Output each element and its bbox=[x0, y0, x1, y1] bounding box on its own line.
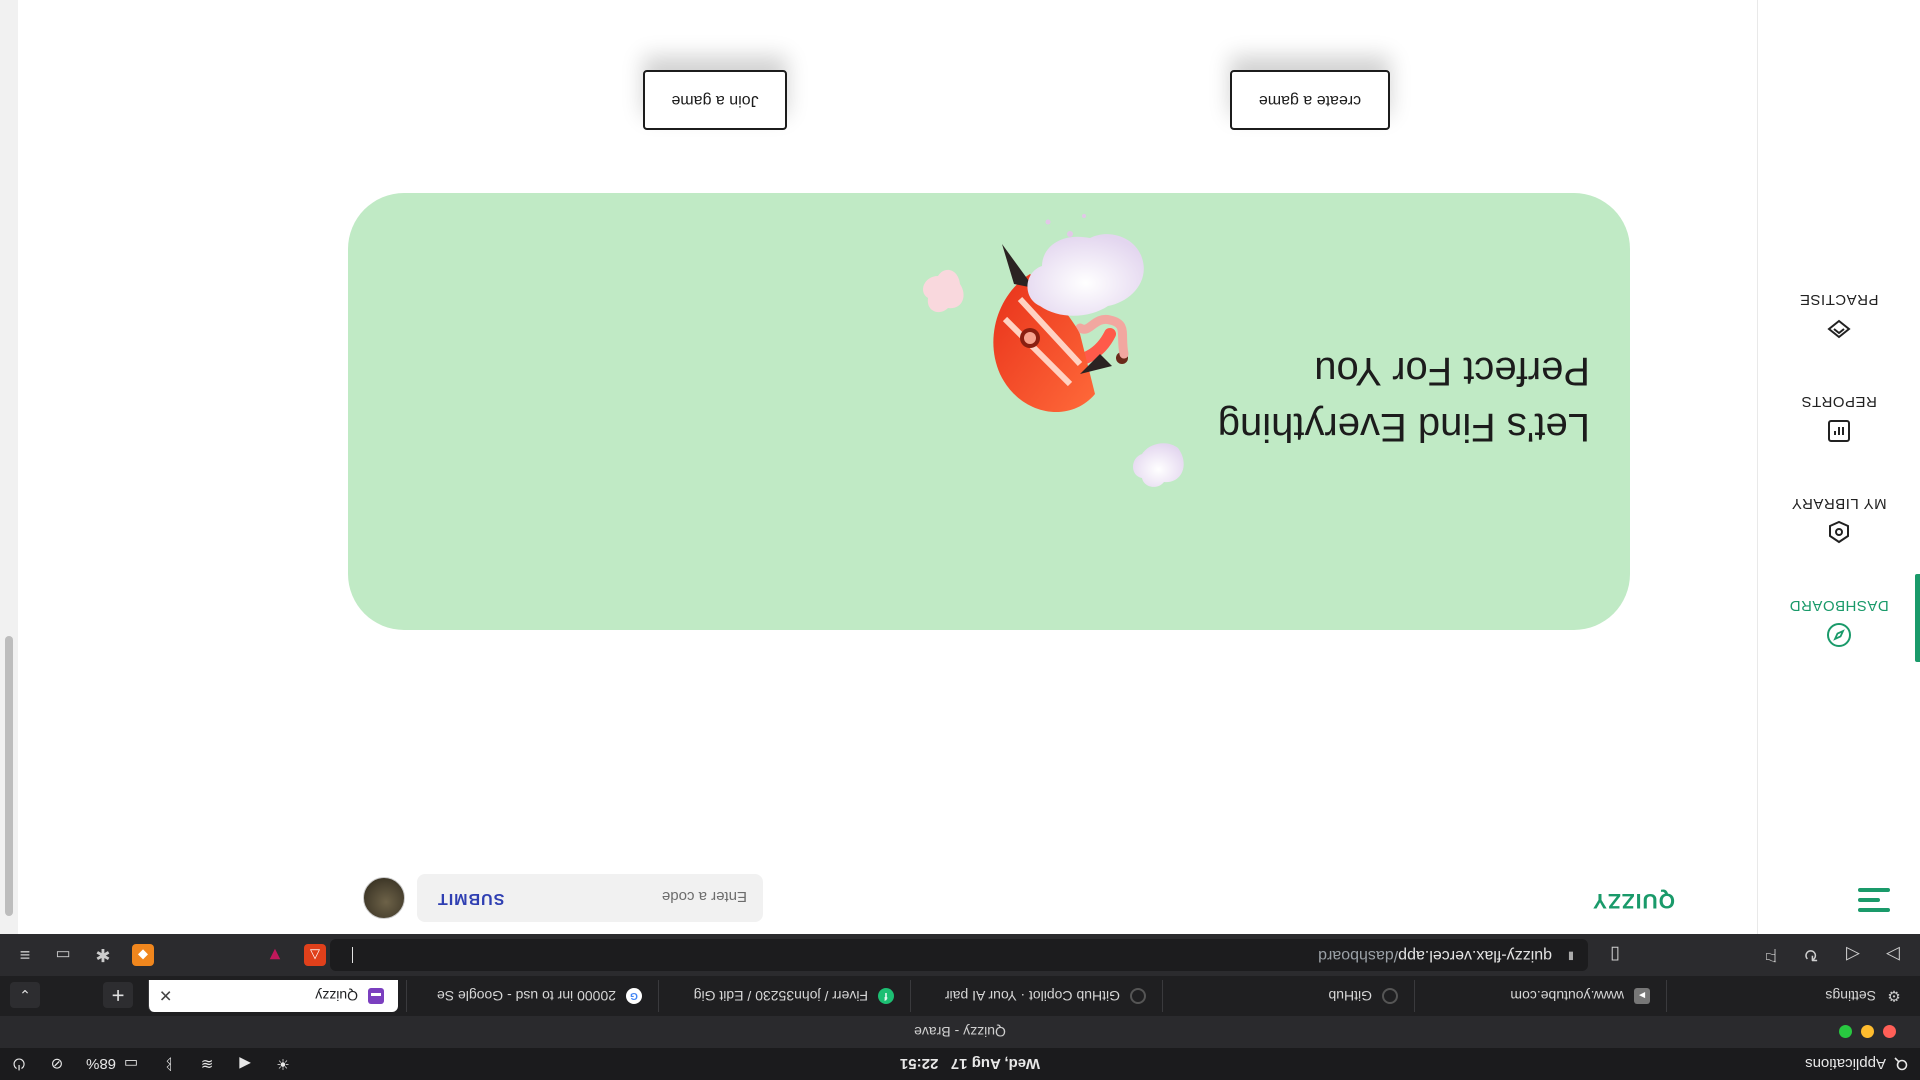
rocket-illustration bbox=[923, 214, 1184, 487]
screen: Applications Wed, Aug 17 22:51 ☀ ◀ ≋ ᛒ ▭… bbox=[0, 0, 1920, 1080]
sidebar-item-label: MY LIBRARY bbox=[1791, 495, 1887, 512]
brave-shields-icon[interactable]: △ bbox=[304, 944, 326, 966]
join-code-form: SUBMIT bbox=[417, 872, 763, 922]
wallet-icon[interactable]: ▭ bbox=[52, 944, 74, 966]
clock[interactable]: Wed, Aug 17 22:51 bbox=[900, 1048, 1040, 1080]
tab-label: GitHub bbox=[1328, 988, 1372, 1004]
youtube-icon: ▶ bbox=[1634, 988, 1650, 1004]
tab-list-button[interactable]: ⌄ bbox=[10, 982, 40, 1008]
back-icon[interactable]: ◁ bbox=[1840, 943, 1866, 967]
text-caret bbox=[352, 947, 353, 963]
wifi-icon[interactable]: ≋ bbox=[198, 1055, 216, 1073]
system-tray: ☀ ◀ ≋ ᛒ ▭ 68% ⊘ ⏻ bbox=[10, 1048, 292, 1080]
do-not-disturb-icon[interactable]: ⊘ bbox=[48, 1055, 66, 1073]
sidebar-toggle-icon[interactable]: ▷ bbox=[1880, 943, 1906, 967]
tab-label: Fiverr / john35230 / Edit Gig bbox=[693, 988, 868, 1004]
reports-icon bbox=[1828, 420, 1850, 442]
close-window-button[interactable] bbox=[1883, 1025, 1896, 1038]
tab-settings[interactable]: ⚙ Settings bbox=[1666, 980, 1916, 1012]
datetime: Wed, Aug 17 22:51 bbox=[899, 1055, 1040, 1073]
submit-button[interactable]: SUBMIT bbox=[437, 874, 504, 922]
applications-menu[interactable]: Applications bbox=[1805, 1048, 1910, 1080]
applications-label: Applications bbox=[1805, 1055, 1886, 1073]
hero-title: Let's Find Everything Perfect For You bbox=[1218, 343, 1590, 455]
sidebar-item-label: PRACTISE bbox=[1799, 291, 1879, 308]
hero-title-line-1: Let's Find Everything bbox=[1217, 405, 1590, 450]
url-host: quizzy-flax.vercel.app bbox=[1398, 947, 1552, 964]
join-game-button[interactable]: Join a game bbox=[643, 70, 787, 130]
tab-github-copilot[interactable]: GitHub Copilot · Your AI pair bbox=[910, 980, 1160, 1012]
navigation-bar: ▷ ◁ ↻ ⚐ ▯ ▮ quizzy-flax.vercel.app/dashb… bbox=[0, 934, 1920, 976]
brave-rewards-icon[interactable]: ▼ bbox=[264, 944, 286, 966]
tab-label: Settings bbox=[1825, 988, 1876, 1004]
bookmark-icon[interactable]: ⚐ bbox=[1758, 943, 1784, 967]
app-logo[interactable]: QUIZZY bbox=[1592, 888, 1675, 912]
volume-icon[interactable]: ◀ bbox=[236, 1055, 254, 1073]
tab-label: 20000 inr to usd - Google Se bbox=[436, 988, 616, 1004]
new-tab-button[interactable]: + bbox=[103, 982, 133, 1008]
tab-quizzy[interactable]: ▬ Quizzy ✕ bbox=[148, 980, 398, 1012]
tab-strip: ⚙ Settings ▶ www.youtube.com GitHub GitH… bbox=[0, 976, 1920, 1016]
create-game-button[interactable]: create a game bbox=[1230, 70, 1390, 130]
sidebar-item-label: DASHBOARD bbox=[1789, 597, 1889, 614]
google-icon: G bbox=[626, 988, 642, 1004]
loading-icon bbox=[1130, 988, 1146, 1004]
tab-label: www.youtube.com bbox=[1510, 988, 1624, 1004]
url-path: /dashboard bbox=[1318, 947, 1399, 964]
metamask-icon[interactable]: ◆ bbox=[132, 944, 154, 966]
sidebar-item-reports[interactable]: REPORTS bbox=[1758, 374, 1920, 444]
close-tab-icon[interactable]: ✕ bbox=[159, 985, 172, 1005]
compass-icon bbox=[1827, 623, 1851, 647]
bookmark-page-icon[interactable]: ▯ bbox=[1602, 943, 1628, 967]
game-code-input[interactable] bbox=[545, 872, 749, 922]
os-top-bar: Applications Wed, Aug 17 22:51 ☀ ◀ ≋ ᛒ ▭… bbox=[0, 1048, 1920, 1080]
sidebar-item-my-library[interactable]: MY LIBRARY bbox=[1758, 476, 1920, 546]
user-avatar[interactable] bbox=[363, 877, 405, 919]
lock-icon: ▮ bbox=[1567, 950, 1574, 962]
scrollbar-thumb[interactable] bbox=[5, 636, 13, 916]
battery-percent: 68% bbox=[86, 1055, 117, 1073]
tab-google-search[interactable]: G 20000 inr to usd - Google Se bbox=[406, 980, 656, 1012]
battery-indicator[interactable]: ▭ 68% bbox=[86, 1055, 140, 1073]
practise-icon bbox=[1827, 319, 1851, 339]
hero-title-line-2: Perfect For You bbox=[1314, 349, 1590, 394]
gear-icon: ⚙ bbox=[1887, 987, 1901, 1004]
sidebar-item-dashboard[interactable]: DASHBOARD bbox=[1758, 578, 1920, 648]
brightness-icon[interactable]: ☀ bbox=[274, 1055, 292, 1073]
tab-youtube[interactable]: ▶ www.youtube.com bbox=[1414, 980, 1664, 1012]
url-text: quizzy-flax.vercel.app/dashboard bbox=[1318, 939, 1552, 971]
extensions-icon[interactable]: ✱ bbox=[92, 944, 114, 966]
bluetooth-icon[interactable]: ᛒ bbox=[160, 1055, 178, 1073]
sidebar: DASHBOARD MY LIBRARY REPORTS PRACTISE bbox=[1757, 0, 1920, 934]
address-bar[interactable]: ▮ quizzy-flax.vercel.app/dashboard bbox=[330, 939, 1588, 971]
tab-label: GitHub Copilot · Your AI pair bbox=[944, 988, 1120, 1004]
minimize-window-button[interactable] bbox=[1861, 1025, 1874, 1038]
sidebar-item-practise[interactable]: PRACTISE bbox=[1758, 272, 1920, 342]
tab-github[interactable]: GitHub bbox=[1162, 980, 1412, 1012]
reload-icon[interactable]: ↻ bbox=[1798, 943, 1824, 967]
search-icon bbox=[1892, 1055, 1910, 1073]
window-title-bar: Quizzy - Brave bbox=[0, 1016, 1920, 1048]
library-icon bbox=[1829, 520, 1849, 544]
page-scrollbar[interactable] bbox=[0, 0, 18, 934]
page: QUIZZY SUBMIT DASHBOARD MY LIBRARY REPOR… bbox=[18, 0, 1920, 934]
loading-icon bbox=[1382, 988, 1398, 1004]
window-controls bbox=[1839, 1025, 1896, 1038]
tab-fiverr[interactable]: f Fiverr / john35230 / Edit Gig bbox=[658, 980, 908, 1012]
menu-icon[interactable]: ≡ bbox=[14, 944, 36, 966]
power-icon[interactable]: ⏻ bbox=[10, 1055, 28, 1073]
quizzy-icon: ▬ bbox=[368, 988, 384, 1004]
fiverr-icon: f bbox=[878, 988, 894, 1004]
sidebar-item-label: REPORTS bbox=[1801, 393, 1877, 410]
window-title: Quizzy - Brave bbox=[914, 1024, 1006, 1040]
tab-label: Quizzy bbox=[315, 988, 358, 1004]
maximize-window-button[interactable] bbox=[1839, 1025, 1852, 1038]
battery-icon: ▭ bbox=[123, 1055, 139, 1072]
